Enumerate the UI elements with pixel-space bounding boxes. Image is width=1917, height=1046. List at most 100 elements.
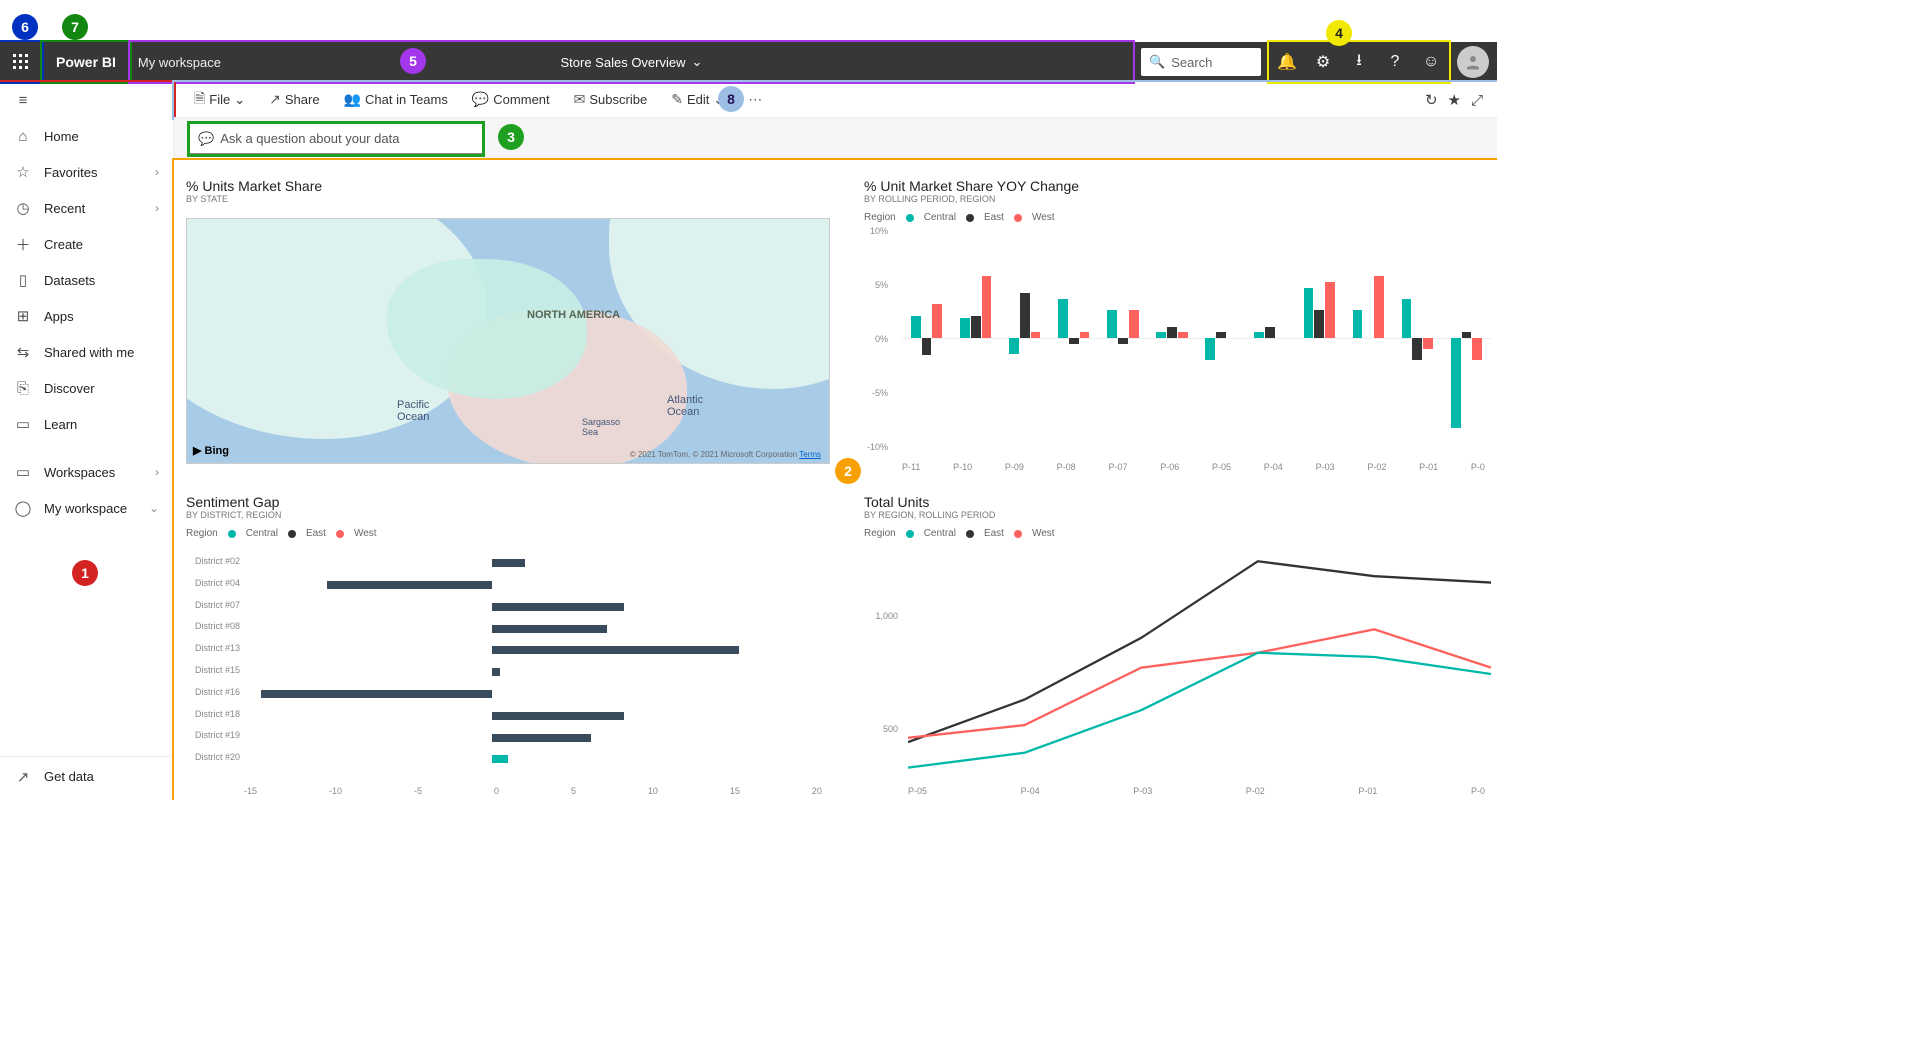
action-label: Subscribe (589, 92, 647, 107)
brand-label[interactable]: Power BI (42, 42, 130, 82)
settings-icon[interactable]: ⚙ (1305, 42, 1341, 82)
qna-placeholder: Ask a question about your data (220, 131, 399, 146)
legend-swatch (906, 214, 914, 222)
breadcrumb-dashboard[interactable]: Store Sales Overview ⌄ (561, 54, 703, 70)
chat-teams-button[interactable]: 👥 Chat in Teams (336, 82, 456, 117)
sidebar-label: Favorites (44, 165, 97, 180)
search-input[interactable]: 🔍 Search (1141, 48, 1261, 76)
share-icon: ↗ (269, 91, 281, 108)
sidebar-label: Shared with me (44, 345, 134, 360)
sidebar-item-discover[interactable]: ⎘ Discover (0, 370, 173, 406)
map-visual[interactable]: NORTH AMERICA Pacific Ocean Atlantic Oce… (186, 218, 830, 464)
tile-totals[interactable]: Total Units By Region, Rolling Period Re… (852, 484, 1497, 800)
notifications-icon[interactable]: 🔔 (1269, 42, 1305, 82)
sidebar-item-workspaces[interactable]: ▭Workspaces› (0, 454, 173, 490)
callout-5: 5 (400, 48, 426, 74)
legend: Region Central East West (174, 526, 842, 541)
dashboard-title-label: Store Sales Overview (561, 55, 686, 70)
clock-icon: ◷ (14, 199, 32, 217)
app-launcher-button[interactable] (0, 42, 42, 82)
favorite-button[interactable]: ★ (1448, 91, 1461, 109)
tile-map[interactable]: % Units Market Share By State NORTH AMER… (174, 168, 842, 476)
map-sea-label: Sargasso Sea (582, 417, 620, 437)
map-terms-link[interactable]: Terms (799, 450, 821, 459)
sidebar-item-learn[interactable]: ▭Learn (0, 406, 173, 442)
sidebar-label: Datasets (44, 273, 95, 288)
action-label: Chat in Teams (365, 92, 448, 107)
search-icon: 🔍 (1149, 54, 1165, 70)
callout-2: 2 (835, 458, 861, 484)
action-label: Share (285, 92, 320, 107)
comment-button[interactable]: 💬Comment (464, 82, 558, 117)
database-icon: ▯ (14, 271, 32, 289)
book-icon: ▭ (14, 415, 32, 433)
legend-item: West (1032, 528, 1055, 539)
file-button[interactable]: 🗎File⌄ (186, 82, 253, 117)
people-icon: ⇆ (14, 343, 32, 361)
bing-logo: ▶ Bing (193, 444, 229, 457)
sidebar-item-home[interactable]: ⌂Home (0, 118, 173, 154)
teams-icon: 👥 (344, 91, 361, 108)
sidebar-item-getdata[interactable]: ↗Get data (0, 756, 173, 796)
legend-item: West (354, 528, 377, 539)
sidebar-collapse-button[interactable]: ≡ (0, 82, 173, 118)
sidebar-item-create[interactable]: ＋Create (0, 226, 173, 262)
feedback-icon[interactable]: ☺ (1413, 42, 1449, 82)
search-placeholder: Search (1171, 55, 1212, 70)
tile-yoy[interactable]: % Unit Market Share YOY Change By Rollin… (852, 168, 1497, 476)
chevron-down-icon: ⌄ (149, 501, 159, 515)
x-axis: P-05P-04P-03P-02P-01P-0 (908, 786, 1485, 796)
workspaces-icon: ▭ (14, 463, 32, 481)
tile-title: % Unit Market Share YOY Change (852, 168, 1497, 194)
sidebar-item-datasets[interactable]: ▯ Datasets (0, 262, 173, 298)
chevron-down-icon: ⌄ (234, 92, 245, 108)
sidebar-label: Apps (44, 309, 74, 324)
breadcrumb-workspace[interactable]: My workspace (138, 55, 221, 70)
page-root: 6 7 4 5 8 3 1 2 Power BI My workspace St… (0, 0, 1497, 800)
user-avatar[interactable] (1457, 46, 1489, 78)
sidebar-label: Discover (44, 381, 95, 396)
qna-input[interactable]: 💬 Ask a question about your data (190, 124, 482, 154)
legend-item: East (306, 528, 326, 539)
sidebar-label: My workspace (44, 501, 127, 516)
chart-body (908, 540, 1491, 774)
mail-icon: ✉ (574, 91, 586, 108)
pencil-icon: ✎ (671, 91, 683, 108)
chart-body: District #02District #04District #07Dist… (244, 556, 822, 774)
legend-item: Central (246, 528, 278, 539)
legend-swatch (336, 530, 344, 538)
more-icon: ⋯ (748, 91, 762, 108)
sidebar-item-favorites[interactable]: ☆Favorites› (0, 154, 173, 190)
sidebar-item-apps[interactable]: ⊞Apps (0, 298, 173, 334)
legend-swatch (288, 530, 296, 538)
comment-icon: 💬 (472, 91, 489, 108)
share-button[interactable]: ↗ Share (261, 82, 327, 117)
map-copyright: © 2021 TomTom, © 2021 Microsoft Corporat… (630, 450, 821, 459)
tile-subtitle: By Rolling Period, Region (852, 194, 1497, 210)
plus-icon: ＋ (14, 235, 32, 253)
legend-swatch (1014, 214, 1022, 222)
legend-label: Region (186, 528, 218, 539)
sidebar-label: Recent (44, 201, 85, 216)
sidebar-item-shared[interactable]: ⇆ Shared with me (0, 334, 173, 370)
discover-icon: ⎘ (14, 379, 32, 397)
sidebar-item-myworkspace[interactable]: ◯My workspace⌄ (0, 490, 173, 526)
sidebar-item-recent[interactable]: ◷Recent› (0, 190, 173, 226)
legend-item: Central (924, 212, 956, 223)
tile-subtitle: By Region, Rolling Period (852, 510, 1497, 526)
download-icon[interactable]: ⭳ (1341, 42, 1377, 82)
legend-label: Region (864, 212, 896, 223)
refresh-button[interactable]: ↻ (1425, 91, 1438, 109)
sidebar-label: Get data (44, 769, 94, 784)
callout-6: 6 (12, 14, 38, 40)
map-ocean-label: Atlantic Ocean (667, 394, 703, 418)
more-actions-button[interactable]: ⋯ (740, 82, 770, 117)
fullscreen-button[interactable]: ⤢ (1471, 92, 1483, 109)
subscribe-button[interactable]: ✉Subscribe (566, 82, 656, 117)
x-axis: P-11P-10P-09P-08P-07P-06P-05P-04P-03P-02… (902, 462, 1485, 472)
sidebar-label: Home (44, 129, 79, 144)
chart-body (902, 226, 1491, 450)
legend-swatch (906, 530, 914, 538)
help-icon[interactable]: ? (1377, 42, 1413, 82)
tile-sentiment[interactable]: Sentiment Gap By District, Region Region… (174, 484, 842, 800)
